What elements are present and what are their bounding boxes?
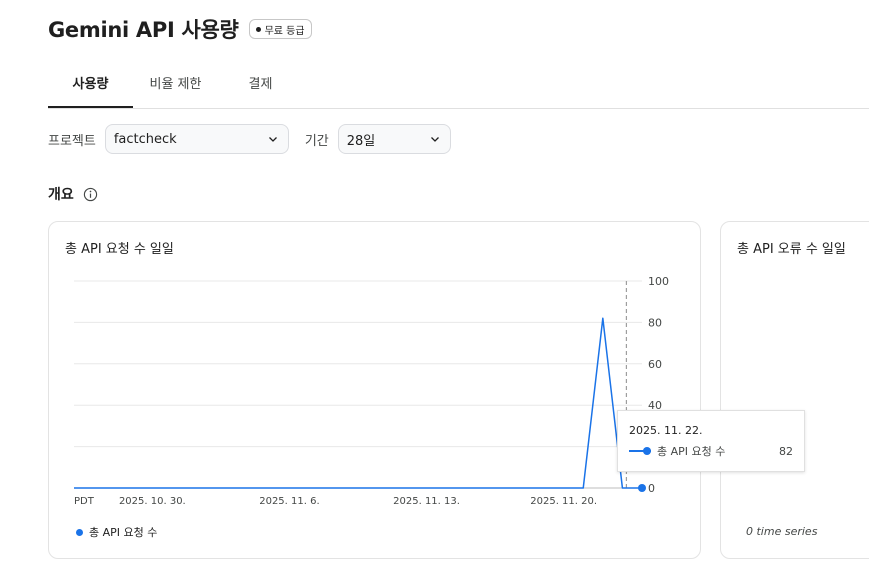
y-tick-label: 0 [648,482,655,495]
y-tick-label: 100 [648,275,669,288]
x-tick-label: 2025. 10. 30. [119,496,186,507]
project-label: 프로젝트 [48,133,96,149]
x-tick-label: 2025. 11. 13. [393,496,460,507]
tooltip-row: 총 API 요청 수 82 [629,443,793,459]
project-select-value: factcheck [113,131,177,147]
tier-dot-icon [255,26,261,32]
x-timezone-label: PDT [74,496,95,507]
legend-label: 총 API 요청 수 [89,526,158,539]
legend-dot-icon [76,528,83,536]
filter-bar: 프로젝트 factcheck 기간 28일 [48,124,451,154]
tooltip-series-swatch-icon [629,447,651,455]
requests-chart-card: 총 API 요청 수 일일 0 40 60 80 100 PDT 2025. 10. 30.… [48,221,701,559]
x-tick-label: 2025. 11. 20. [530,496,597,507]
errors-empty-note: 0 time series [746,525,818,538]
tier-badge: 무료 등급 [248,19,312,39]
y-tick-label: 60 [648,358,662,371]
series-hover-point [638,484,646,492]
tab-bar: 사용량 비율 제한 결제 [48,64,869,109]
period-select[interactable]: 28일 [337,124,451,154]
tooltip-series-name: 총 API 요청 수 [657,445,726,458]
tab-billing[interactable]: 결제 [218,64,303,108]
chevron-down-icon [268,137,277,142]
page-title: Gemini API 사용량 [48,18,239,42]
page-header: Gemini API 사용량 무료 등급 [48,14,312,44]
chevron-down-icon [430,137,439,142]
info-icon[interactable] [83,187,98,202]
tooltip-date: 2025. 11. 22. [629,424,703,437]
errors-chart-title: 총 API 오류 수 일일 [737,242,846,257]
tab-usage[interactable]: 사용량 [48,64,133,108]
period-label: 기간 [304,133,329,149]
chart-tooltip: 2025. 11. 22. 총 API 요청 수 82 [617,410,805,472]
tooltip-series-value: 82 [779,444,793,458]
overview-title: 개요 [48,187,74,203]
tier-badge-label: 무료 등급 [264,25,305,37]
requests-chart[interactable]: 0406080100PDT 2025. 10. 30. 2025. 11. 6. 20… [49,222,702,560]
y-tick-label: 80 [648,316,662,329]
x-tick-label: 2025. 11. 6. [259,496,319,507]
series-line [74,317,642,489]
period-select-value: 28일 [346,133,376,149]
project-select[interactable]: factcheck [104,124,289,154]
overview-heading: 개요 [48,184,98,204]
errors-chart-card: 총 API 오류 수 일일 0 time series [720,221,869,559]
tab-rate-limits[interactable]: 비율 제한 [133,64,218,108]
chart-legend[interactable]: 총 API 요청 수 [76,524,157,540]
